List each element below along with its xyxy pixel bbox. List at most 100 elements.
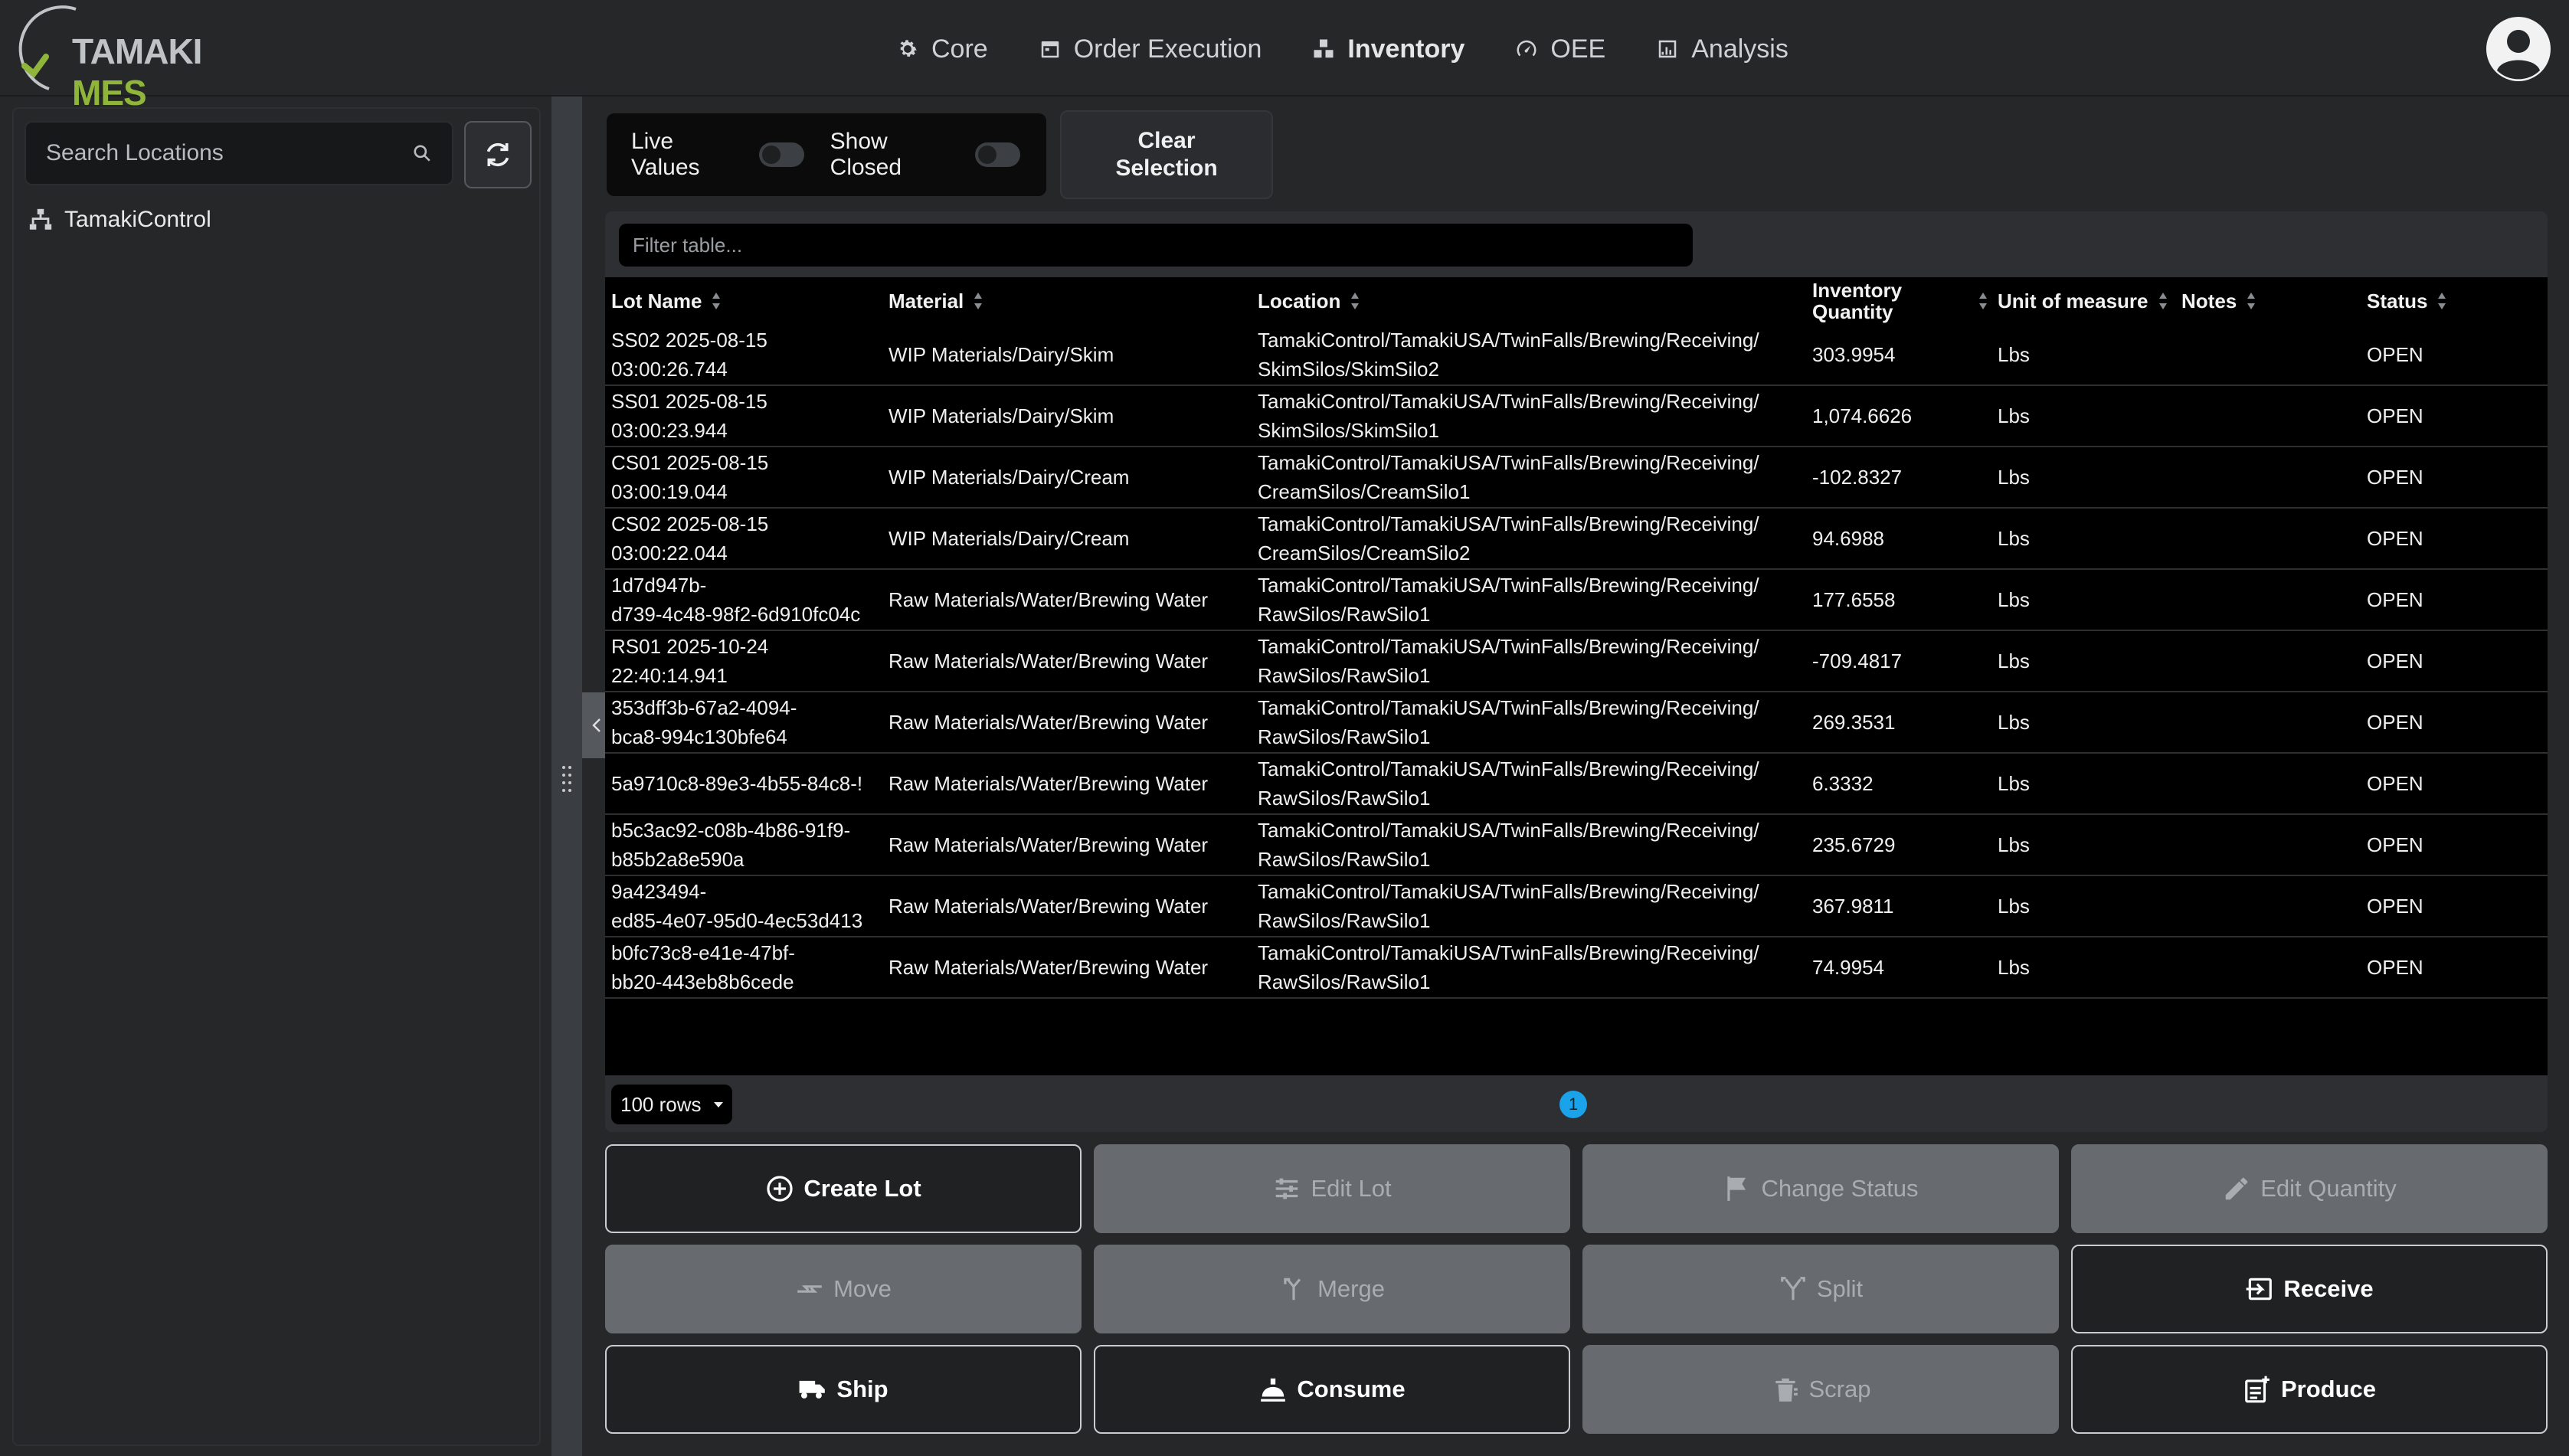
nav-inventory-label: Inventory (1347, 34, 1465, 64)
tamaki-mes-logo[interactable]: TAMAKI MES (18, 3, 233, 113)
nav-oee[interactable]: OEE (1515, 34, 1605, 64)
table-row[interactable]: 353dff3b-67a2-4094- bca8-994c130bfe64 Raw… (605, 692, 2548, 754)
table-row[interactable]: RS01 2025-10-24 22:40:14.941 Raw Material… (605, 631, 2548, 692)
cell-status: OPEN (2367, 711, 2423, 734)
cell-lot: SS02 2025-08-15 03:00:26.744 (611, 329, 767, 381)
nav-core[interactable]: Core (896, 34, 988, 64)
col-header-inventory-quantity[interactable]: Inventory Quantity (1812, 277, 1988, 325)
cell-status: OPEN (2367, 833, 2423, 856)
nav-core-label: Core (931, 34, 988, 64)
merge-button[interactable]: Merge (1094, 1245, 1570, 1333)
table-toolbar (605, 211, 2548, 277)
action-label: Consume (1297, 1376, 1406, 1402)
cell-unit: Lbs (1998, 527, 2030, 550)
arrows-exchange-icon (797, 1285, 822, 1293)
cell-qty: 269.3531 (1812, 711, 1896, 734)
refresh-button[interactable] (464, 121, 532, 188)
filter-table-input[interactable] (619, 224, 1693, 267)
consume-button[interactable]: Consume (1094, 1345, 1570, 1434)
col-header-location[interactable]: Location (1258, 277, 1360, 325)
cell-material: WIP Materials/Dairy/Cream (889, 527, 1130, 550)
produce-button[interactable]: Produce (2071, 1345, 2548, 1434)
receive-icon (2246, 1278, 2273, 1301)
boxes-icon (1314, 39, 1334, 58)
search-icon[interactable] (412, 143, 432, 163)
col-header-status[interactable]: Status (2367, 277, 2447, 325)
consume-icon (1261, 1378, 1286, 1402)
cell-location: TamakiControl/TamakiUSA/TwinFalls/Brewin… (1258, 757, 1759, 810)
cell-lot: b5c3ac92-c08b-4b86-91f9- b85b2a8e590a (611, 819, 851, 871)
search-locations-input[interactable] (46, 140, 412, 166)
cell-material: WIP Materials/Dairy/Cream (889, 466, 1130, 489)
live-values-toggle[interactable] (758, 142, 804, 167)
action-label: Edit Lot (1311, 1175, 1392, 1202)
user-avatar-icon[interactable] (2485, 15, 2552, 83)
receive-button[interactable]: Receive (2071, 1245, 2548, 1333)
cell-unit: Lbs (1998, 833, 2030, 856)
edit-quantity-button[interactable]: Edit Quantity (2071, 1144, 2548, 1233)
flag-icon (1727, 1176, 1746, 1201)
cell-material: WIP Materials/Dairy/Skim (889, 343, 1114, 366)
scrap-button[interactable]: Scrap (1582, 1345, 2059, 1434)
cell-qty: 235.6729 (1812, 833, 1896, 856)
logo-text: TAMAKI MES (72, 31, 202, 113)
nav-analysis[interactable]: Analysis (1656, 34, 1788, 64)
table-row[interactable]: SS01 2025-08-15 03:00:23.944 WIP Material… (605, 386, 2548, 447)
cell-unit: Lbs (1998, 772, 2030, 795)
nav-order-execution[interactable]: Order Execution (1039, 34, 1262, 64)
cell-status: OPEN (2367, 466, 2423, 489)
table-row[interactable]: 5a9710c8-89e3-4b55-84c8-! Raw Materials/W… (605, 754, 2548, 815)
table-row[interactable]: SS02 2025-08-15 03:00:26.744 WIP Material… (605, 325, 2548, 386)
cell-material: Raw Materials/Water/Brewing Water (889, 772, 1209, 795)
drag-handle-icon[interactable] (561, 763, 573, 793)
cell-status: OPEN (2367, 895, 2423, 918)
cell-lot: RS01 2025-10-24 22:40:14.941 (611, 635, 769, 687)
action-label: Move (833, 1275, 892, 1302)
col-header-notes[interactable]: Notes (2181, 277, 2256, 325)
sort-icon (2158, 293, 2167, 309)
cell-status: OPEN (2367, 343, 2423, 366)
edit-lot-button[interactable]: Edit Lot (1094, 1144, 1570, 1233)
create-lot-button[interactable]: Create Lot (605, 1144, 1082, 1233)
col-header-lot-name[interactable]: Lot Name (611, 277, 722, 325)
chevron-left-icon (592, 718, 601, 732)
show-closed-toggle[interactable] (975, 142, 1020, 167)
rows-per-page-select[interactable]: 100 rows (611, 1085, 732, 1124)
cell-location: TamakiControl/TamakiUSA/TwinFalls/Brewin… (1258, 880, 1759, 932)
action-label: Ship (836, 1376, 889, 1402)
sliders-icon (1276, 1178, 1298, 1199)
cell-notes (2181, 692, 2362, 752)
sort-icon (1979, 293, 1987, 309)
col-header-unit-of-measure[interactable]: Unit of measure (1998, 277, 2168, 325)
change-status-button[interactable]: Change Status (1582, 1144, 2059, 1233)
cell-unit: Lbs (1998, 956, 2030, 979)
cell-notes (2181, 386, 2362, 446)
plus-circle-icon (767, 1176, 793, 1202)
action-label: Change Status (1761, 1175, 1919, 1202)
col-header-material[interactable]: Material (889, 277, 983, 325)
table-body: SS02 2025-08-15 03:00:26.744 WIP Material… (605, 325, 2548, 999)
cell-material: Raw Materials/Water/Brewing Water (889, 956, 1209, 979)
table-row[interactable]: b5c3ac92-c08b-4b86-91f9- b85b2a8e590a Raw… (605, 815, 2548, 876)
move-button[interactable]: Move (605, 1245, 1082, 1333)
truck-icon (799, 1380, 826, 1399)
table-row[interactable]: b0fc73c8-e41e-47bf- bb20-443eb8b6cede Raw… (605, 937, 2548, 999)
clear-selection-button[interactable]: Clear Selection (1060, 110, 1273, 199)
tree-item-tamakicontrol[interactable]: TamakiControl (28, 207, 211, 233)
table-row[interactable]: 1d7d947b- d739-4c48-98f2-6d910fc04c Raw M… (605, 570, 2548, 631)
ship-button[interactable]: Ship (605, 1345, 1082, 1434)
split-button[interactable]: Split (1582, 1245, 2059, 1333)
gear-icon (900, 40, 917, 57)
cell-notes (2181, 570, 2362, 630)
rows-per-page-value: 100 rows (620, 1092, 702, 1116)
sort-icon (2247, 293, 2256, 309)
table-row[interactable]: 9a423494- ed85-4e07-95d0-4ec53d413 Raw Ma… (605, 876, 2548, 937)
cell-location: TamakiControl/TamakiUSA/TwinFalls/Brewin… (1258, 574, 1759, 626)
view-toggles: Live Values Show Closed (607, 113, 1046, 196)
table-row[interactable]: CS02 2025-08-15 03:00:22.044 WIP Material… (605, 509, 2548, 570)
action-label: Produce (2280, 1376, 2377, 1402)
table-row[interactable]: CS01 2025-08-15 03:00:19.044 WIP Material… (605, 447, 2548, 509)
sort-icon (2438, 293, 2446, 309)
page-1-button[interactable]: 1 (1559, 1091, 1587, 1118)
nav-inventory[interactable]: Inventory (1312, 34, 1464, 64)
